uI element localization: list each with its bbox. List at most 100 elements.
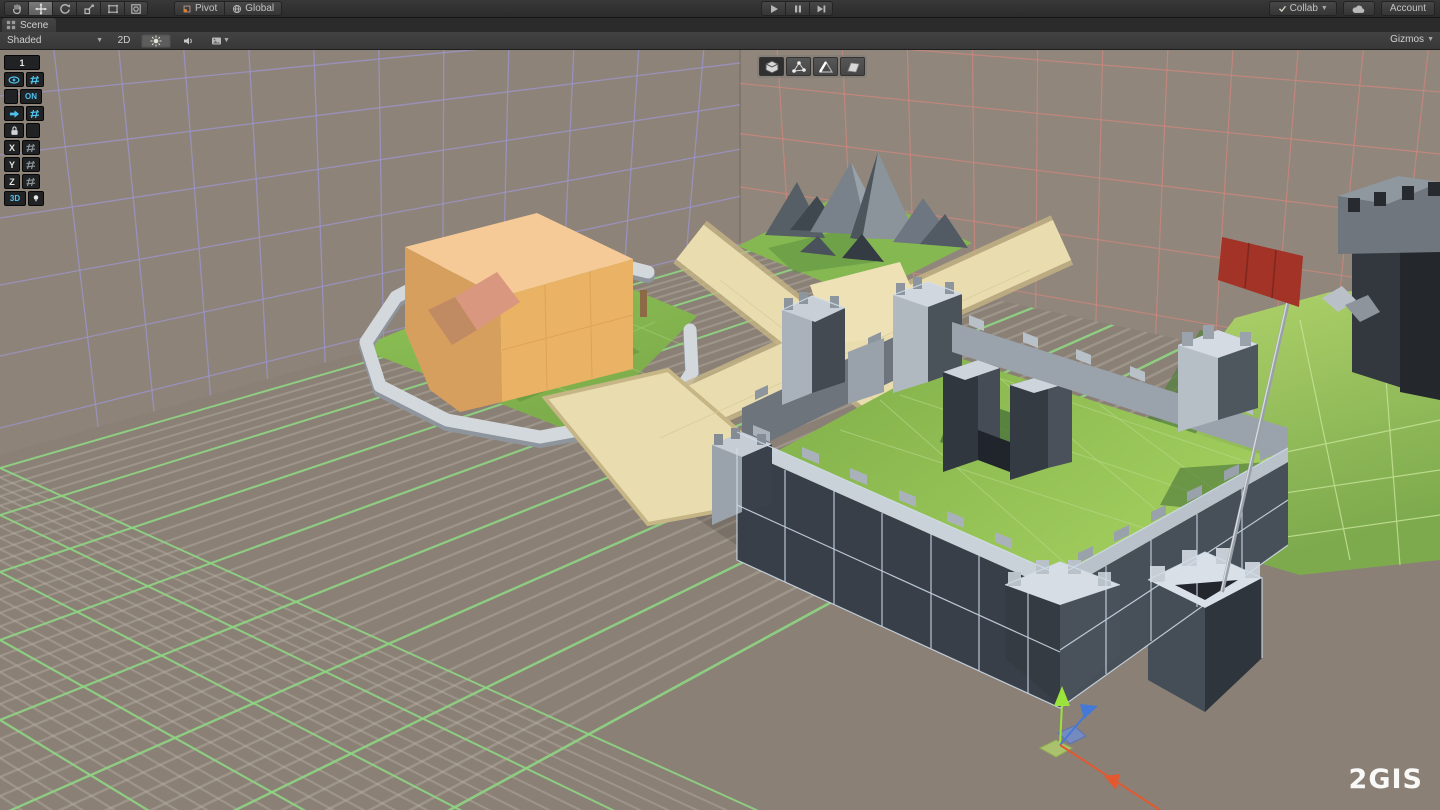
grid-snap-button-2[interactable]: [26, 106, 44, 121]
chevron-down-icon: ▼: [1427, 36, 1434, 43]
object-mode-button[interactable]: [759, 57, 784, 76]
rotate-icon: [59, 3, 71, 15]
collab-button[interactable]: Collab ▼: [1269, 1, 1337, 16]
collab-label: Collab: [1290, 3, 1318, 14]
gizmos-label: Gizmos: [1390, 34, 1424, 45]
bulb-icon: [32, 193, 40, 204]
pause-icon: [792, 3, 804, 15]
audio-toggle-button[interactable]: [173, 34, 203, 48]
pivot-label: Pivot: [195, 3, 217, 14]
handle-settings: Pivot Global: [174, 1, 282, 16]
tab-bar: Scene: [0, 18, 1440, 32]
account-button[interactable]: Account: [1381, 1, 1435, 16]
edge-mode-button[interactable]: [813, 57, 838, 76]
scale-tool-button[interactable]: [76, 1, 100, 16]
chevron-down-icon: ▼: [96, 37, 103, 44]
scene-tab-icon: [6, 20, 16, 30]
global-toggle-button[interactable]: Global: [225, 1, 282, 16]
rect-tool-button[interactable]: [100, 1, 124, 16]
transform-tool-button[interactable]: [124, 1, 148, 16]
chevron-down-icon: ▼: [1321, 5, 1328, 12]
scene-viewport[interactable]: [0, 0, 1440, 810]
face-mode-icon: [845, 60, 861, 74]
step-icon: [815, 3, 827, 15]
scene-view-toolbar: Shaded ▼ 2D ▼ Gizmos ▼: [0, 32, 1440, 50]
lock-grid-button[interactable]: [4, 123, 24, 138]
cloud-icon: [1352, 4, 1366, 14]
on-toggle-button[interactable]: ON: [20, 89, 42, 104]
chevron-down-icon: ▼: [223, 37, 230, 44]
grid-icon: [26, 160, 36, 170]
play-button[interactable]: [761, 1, 785, 16]
step-button[interactable]: [809, 1, 833, 16]
toggle-box[interactable]: [4, 89, 18, 104]
push-to-grid-button[interactable]: [4, 106, 24, 121]
lighting-toggle-button[interactable]: [141, 34, 171, 48]
play-icon: [768, 3, 780, 15]
y-axis-button[interactable]: Y: [4, 157, 20, 172]
z-axis-label: Z: [9, 177, 15, 187]
effects-dropdown-button[interactable]: ▼: [205, 34, 235, 48]
y-grid-button[interactable]: [22, 157, 40, 172]
account-label: Account: [1390, 3, 1426, 14]
vertex-mode-icon: [791, 60, 807, 74]
y-axis-label: Y: [9, 160, 15, 170]
lock-toggle-box[interactable]: [26, 123, 40, 138]
pan-tool-button[interactable]: [4, 1, 28, 16]
vertex-mode-button[interactable]: [786, 57, 811, 76]
speaker-icon: [182, 35, 194, 47]
probuilder-mode-toolbar: [757, 55, 867, 78]
layer-number-button[interactable]: 1: [4, 55, 40, 70]
move-icon: [35, 3, 47, 15]
edge-mode-icon: [818, 60, 834, 74]
move-tool-button[interactable]: [28, 1, 52, 16]
3d-label: 3D: [10, 194, 20, 203]
scene-overlay-panel: 1 ON X Y Z 3D: [4, 55, 44, 206]
on-label: ON: [25, 92, 37, 101]
draw-mode-dropdown[interactable]: Shaded ▼: [3, 34, 107, 48]
globe-icon: [232, 4, 242, 14]
gizmos-dropdown[interactable]: Gizmos ▼: [1390, 34, 1434, 45]
global-label: Global: [245, 3, 274, 14]
pivot-icon: [182, 4, 192, 14]
scene-tab-label: Scene: [20, 20, 48, 31]
hand-icon: [11, 3, 23, 15]
2gis-watermark: 2GIS: [1349, 764, 1423, 795]
2d-toggle-button[interactable]: 2D: [109, 34, 139, 48]
z-axis-button[interactable]: Z: [4, 174, 20, 189]
grid-icon: [30, 109, 40, 119]
main-toolbar: Pivot Global Collab ▼ Account: [0, 0, 1440, 18]
object-mode-icon: [764, 60, 780, 74]
grid-icon: [26, 143, 36, 153]
z-grid-button[interactable]: [22, 174, 40, 189]
lock-icon: [9, 125, 20, 136]
sun-icon: [150, 35, 162, 47]
grid-icon: [26, 177, 36, 187]
2d-label: 2D: [118, 35, 131, 46]
pivot-toggle-button[interactable]: Pivot: [174, 1, 225, 16]
check-icon: [1278, 4, 1287, 13]
play-controls: [761, 1, 833, 16]
3d-toggle-button[interactable]: 3D: [4, 191, 26, 206]
pause-button[interactable]: [785, 1, 809, 16]
light-toggle-button[interactable]: [28, 191, 44, 206]
rotate-tool-button[interactable]: [52, 1, 76, 16]
scale-icon: [83, 3, 95, 15]
transform-icon: [130, 3, 142, 15]
tab-scene[interactable]: Scene: [2, 18, 56, 32]
grid-snap-button[interactable]: [26, 72, 44, 87]
image-icon: [210, 35, 223, 47]
cloud-button[interactable]: [1343, 1, 1375, 16]
x-axis-button[interactable]: X: [4, 140, 20, 155]
visibility-toggle-button[interactable]: [4, 72, 24, 87]
eye-icon: [8, 75, 20, 85]
grid-icon: [30, 75, 40, 85]
account-area: Collab ▼ Account: [1269, 1, 1435, 16]
transform-tools: [4, 1, 148, 16]
x-axis-label: X: [9, 143, 15, 153]
x-grid-button[interactable]: [22, 140, 40, 155]
arrow-right-icon: [9, 109, 20, 119]
draw-mode-label: Shaded: [7, 35, 41, 46]
face-mode-button[interactable]: [840, 57, 865, 76]
layer-number-label: 1: [19, 58, 24, 68]
